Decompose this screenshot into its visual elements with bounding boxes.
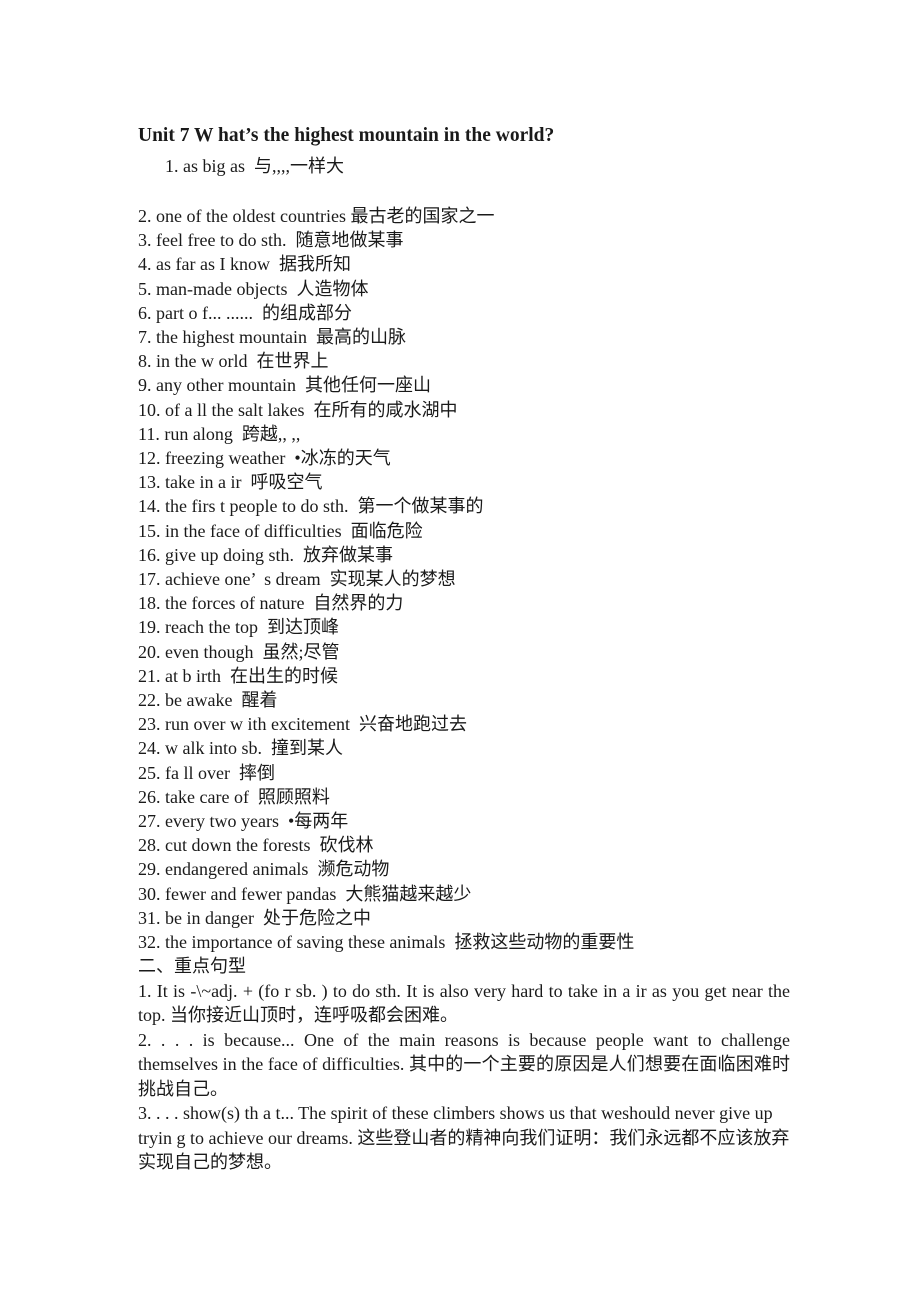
list-item: 8. in the w orld 在世界上 (138, 351, 329, 372)
list-item: 21. at b irth 在出生的时候 (138, 665, 338, 686)
section-heading: 二、重点句型 (138, 956, 246, 977)
list-item: 13. take in a ir 呼吸空气 (138, 472, 323, 493)
list-item: 9. any other mountain 其他任何一座山 (138, 375, 431, 396)
document-page: Unit 7 W hat’s the highest mountain in t… (0, 0, 920, 1302)
sentence-pattern-list: 1. It is -\~adj. + (fo r sb. ) to do sth… (138, 979, 790, 1175)
page-title: Unit 7 W hat’s the highest mountain in t… (138, 125, 555, 146)
list-item: 22. be awake 醒着 (138, 690, 278, 711)
vocabulary-list: 2. one of the oldest countries 最古老的国家之一 … (138, 204, 790, 954)
list-item: 5. man-made objects 人造物体 (138, 278, 369, 299)
list-item: 27. every two years •每两年 (138, 811, 349, 832)
list-item: 3. feel free to do sth. 随意地做某事 (138, 230, 404, 251)
list-item: 20. even though 虽然;尽管 (138, 641, 340, 662)
list-item: 7. the highest mountain 最高的山脉 (138, 327, 406, 348)
list-item: 17. achieve one’ s dream 实现某人的梦想 (138, 569, 456, 590)
pattern-item: 1. It is -\~adj. + (fo r sb. ) to do sth… (138, 980, 790, 1026)
vocab-item-1: 1. as big as 与,,,,一样大 (156, 156, 344, 176)
pattern-item: 3. . . . show(s) th a t... The spirit of… (138, 1103, 790, 1172)
list-item: 10. of a ll the salt lakes 在所有的咸水湖中 (138, 399, 458, 420)
list-item: 15. in the face of difficulties 面临危险 (138, 520, 423, 541)
list-item: 24. w alk into sb. 撞到某人 (138, 738, 343, 759)
list-item: 28. cut down the forests 砍伐林 (138, 835, 374, 856)
list-item: 11. run along 跨越,, ,, (138, 423, 301, 444)
list-item: 32. the importance of saving these anima… (138, 932, 635, 953)
list-item: 14. the firs t people to do sth. 第一个做某事的 (138, 496, 484, 517)
list-item: 30. fewer and fewer pandas 大熊猫越来越少 (138, 883, 472, 904)
list-item: 19. reach the top 到达顶峰 (138, 617, 339, 638)
list-item: 26. take care of 照顾照料 (138, 786, 330, 807)
list-item: 2. one of the oldest countries 最古老的国家之一 (138, 206, 495, 226)
list-item: 29. endangered animals 濒危动物 (138, 859, 390, 880)
list-item: 16. give up doing sth. 放弃做某事 (138, 544, 393, 565)
list-item: 25. fa ll over 摔倒 (138, 762, 275, 783)
pattern-item: 2. . . . is because... One of the main r… (138, 1029, 790, 1099)
list-item: 12. freezing weather •冰冻的天气 (138, 448, 391, 469)
list-item: 6. part o f... ...... 的组成部分 (138, 302, 352, 323)
list-item: 23. run over w ith excitement 兴奋地跑过去 (138, 714, 467, 735)
list-item: 18. the forces of nature 自然界的力 (138, 593, 404, 614)
list-item: 31. be in danger 处于危险之中 (138, 907, 371, 928)
list-item: 4. as far as I know 据我所知 (138, 254, 351, 275)
